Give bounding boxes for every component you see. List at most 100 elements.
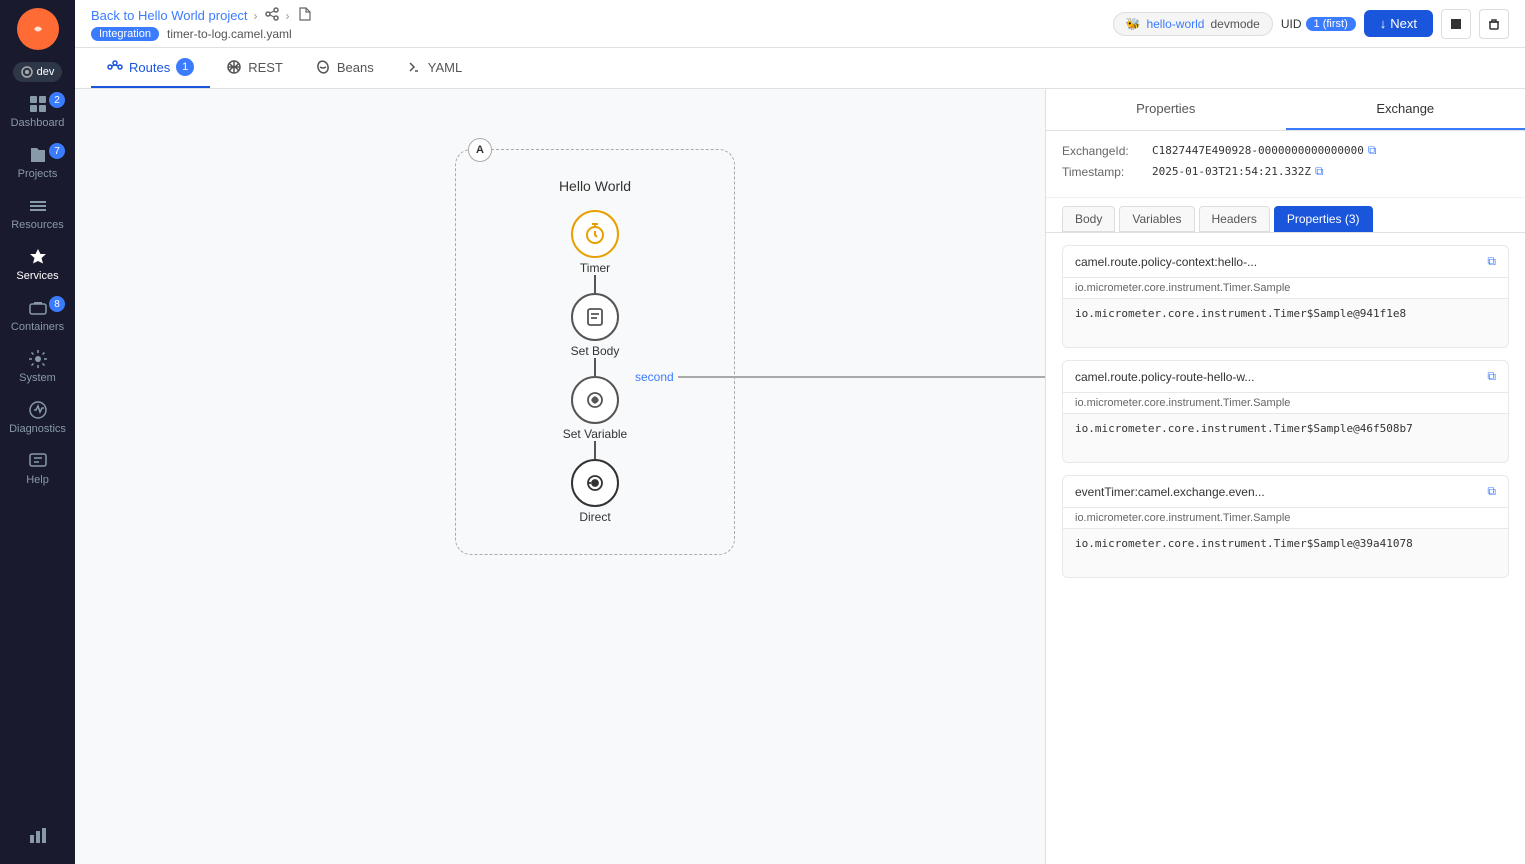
- prop-key-2: eventTimer:camel.exchange.even...: [1075, 485, 1265, 499]
- canvas[interactable]: A Hello World Timer: [75, 89, 1045, 864]
- timestamp-value: 2025-01-03T21:54:21.332Z: [1152, 165, 1311, 178]
- sidebar-item-resources[interactable]: Resources: [0, 188, 75, 239]
- set-body-icon: [571, 293, 619, 341]
- node-set-variable[interactable]: Set Variable: [563, 376, 627, 441]
- breadcrumb-sep1: ›: [254, 9, 258, 23]
- prop-card-1-header: camel.route.policy-route-hello-w... ⧉: [1063, 361, 1508, 393]
- exchange-id-row: ExchangeId: C1827447E490928-000000000000…: [1062, 143, 1509, 158]
- timestamp-row: Timestamp: 2025-01-03T21:54:21.332Z ⧉: [1062, 164, 1509, 179]
- panel-tabs: Properties Exchange: [1046, 89, 1525, 131]
- sub-tab-headers[interactable]: Headers: [1199, 206, 1270, 232]
- sidebar-item-label: Containers: [11, 321, 64, 333]
- prop-card-2: eventTimer:camel.exchange.even... ⧉ io.m…: [1062, 475, 1509, 578]
- panel-tab-properties[interactable]: Properties: [1046, 89, 1286, 130]
- set-variable-label: Set Variable: [563, 427, 627, 441]
- stop-button[interactable]: [1441, 9, 1471, 39]
- sidebar-item-system[interactable]: System: [0, 341, 75, 392]
- sub-tab-variables[interactable]: Variables: [1119, 206, 1194, 232]
- panel-tab-exchange[interactable]: Exchange: [1286, 89, 1525, 130]
- prop-card-1: camel.route.policy-route-hello-w... ⧉ io…: [1062, 360, 1509, 463]
- main-wrapper: Back to Hello World project › › Integrat…: [75, 0, 1525, 864]
- prop-copy-icon-2[interactable]: ⧉: [1487, 484, 1496, 499]
- prop-copy-icon-0[interactable]: ⧉: [1487, 254, 1496, 269]
- prop-key-1: camel.route.policy-route-hello-w...: [1075, 370, 1254, 384]
- timestamp-copy-icon[interactable]: ⧉: [1315, 164, 1324, 179]
- direct-label: Direct: [579, 510, 610, 524]
- sidebar-item-label: Services: [16, 270, 58, 282]
- sidebar-item-projects[interactable]: 7 Projects: [0, 137, 75, 188]
- sub-tab-variables-label: Variables: [1132, 212, 1181, 226]
- prop-card-2-header: eventTimer:camel.exchange.even... ⧉: [1063, 476, 1508, 508]
- right-panel: Properties Exchange ExchangeId: C1827447…: [1045, 89, 1525, 864]
- tab-routes[interactable]: Routes 1: [91, 48, 210, 88]
- connector-3: [594, 441, 596, 459]
- delete-button[interactable]: [1479, 9, 1509, 39]
- sidebar-item-containers[interactable]: 8 Containers: [0, 290, 75, 341]
- second-connector: second: [635, 361, 1045, 393]
- prop-sub-1: io.micrometer.core.instrument.Timer.Samp…: [1063, 393, 1508, 414]
- topbar: Back to Hello World project › › Integrat…: [75, 0, 1525, 48]
- env-name: hello-world: [1146, 17, 1204, 31]
- flow-box: A Hello World Timer: [455, 149, 735, 555]
- prop-sub-2: io.micrometer.core.instrument.Timer.Samp…: [1063, 508, 1508, 529]
- sidebar-dev-label: dev: [37, 66, 55, 78]
- next-button[interactable]: ↓ Next: [1364, 10, 1433, 37]
- tabbar: Routes 1 REST Beans YAML: [75, 48, 1525, 89]
- prop-value-1: io.micrometer.core.instrument.Timer$Samp…: [1063, 414, 1508, 462]
- sidebar-item-chart[interactable]: [0, 817, 75, 856]
- content-area: A Hello World Timer: [75, 89, 1525, 864]
- prop-copy-icon-1[interactable]: ⧉: [1487, 369, 1496, 384]
- sidebar-item-dashboard[interactable]: 2 Dashboard: [0, 86, 75, 137]
- connector-line: [678, 376, 1045, 378]
- tab-routes-label: Routes: [129, 60, 170, 75]
- env-mode: devmode: [1210, 17, 1259, 31]
- breadcrumb-sep2: ›: [286, 9, 290, 23]
- sidebar: dev 2 Dashboard 7 Projects Resources Ser…: [0, 0, 75, 864]
- sidebar-item-services[interactable]: Services: [0, 239, 75, 290]
- topbar-right: 🐝 hello-world devmode UID 1 (first) ↓ Ne…: [1113, 9, 1510, 39]
- flow-start-badge: A: [468, 138, 492, 162]
- node-direct[interactable]: Direct: [571, 459, 619, 524]
- tab-rest[interactable]: REST: [210, 49, 299, 87]
- flow-diagram: A Hello World Timer: [455, 149, 735, 555]
- prop-value-0: io.micrometer.core.instrument.Timer$Samp…: [1063, 299, 1508, 347]
- panel-tab-exchange-label: Exchange: [1376, 101, 1434, 116]
- direct-icon: [571, 459, 619, 507]
- sidebar-item-label: System: [19, 372, 56, 384]
- sidebar-dev-button[interactable]: dev: [13, 62, 63, 82]
- next-arrow-icon: ↓: [1380, 16, 1387, 31]
- tab-beans-label: Beans: [337, 60, 374, 75]
- prop-value-2: io.micrometer.core.instrument.Timer$Samp…: [1063, 529, 1508, 577]
- containers-badge: 8: [49, 296, 65, 312]
- sidebar-logo[interactable]: [17, 8, 59, 50]
- prop-key-0: camel.route.policy-context:hello-...: [1075, 255, 1257, 269]
- node-set-body[interactable]: Set Body: [571, 293, 620, 358]
- sub-tab-headers-label: Headers: [1212, 212, 1257, 226]
- sidebar-item-diagnostics[interactable]: Diagnostics: [0, 392, 75, 443]
- exchange-id-label: ExchangeId:: [1062, 144, 1152, 158]
- sidebar-item-label: Diagnostics: [9, 423, 66, 435]
- exchange-id-copy-icon[interactable]: ⧉: [1368, 143, 1377, 158]
- env-badge: 🐝 hello-world devmode: [1113, 12, 1273, 36]
- tab-yaml-label: YAML: [428, 60, 462, 75]
- sidebar-item-help[interactable]: Help: [0, 443, 75, 494]
- env-icon: 🐝: [1126, 17, 1141, 31]
- node-timer[interactable]: Timer: [571, 210, 619, 275]
- panel-meta: ExchangeId: C1827447E490928-000000000000…: [1046, 131, 1525, 198]
- file-icon: [296, 6, 312, 25]
- second-label: second: [635, 370, 674, 384]
- panel-tab-properties-label: Properties: [1136, 101, 1195, 116]
- topbar-left: Back to Hello World project › › Integrat…: [91, 6, 312, 41]
- breadcrumb-link[interactable]: Back to Hello World project: [91, 8, 248, 23]
- routes-badge: 1: [176, 58, 194, 76]
- sub-tab-body-label: Body: [1075, 212, 1102, 226]
- tab-beans[interactable]: Beans: [299, 49, 390, 87]
- tab-yaml[interactable]: YAML: [390, 49, 478, 87]
- sub-tabs: Body Variables Headers Properties (3): [1046, 198, 1525, 233]
- sub-tab-body[interactable]: Body: [1062, 206, 1115, 232]
- sidebar-item-label: Resources: [11, 219, 64, 231]
- connector-1: [594, 275, 596, 293]
- next-button-label: Next: [1390, 16, 1417, 31]
- flow-icon: [264, 6, 280, 25]
- sub-tab-properties[interactable]: Properties (3): [1274, 206, 1373, 232]
